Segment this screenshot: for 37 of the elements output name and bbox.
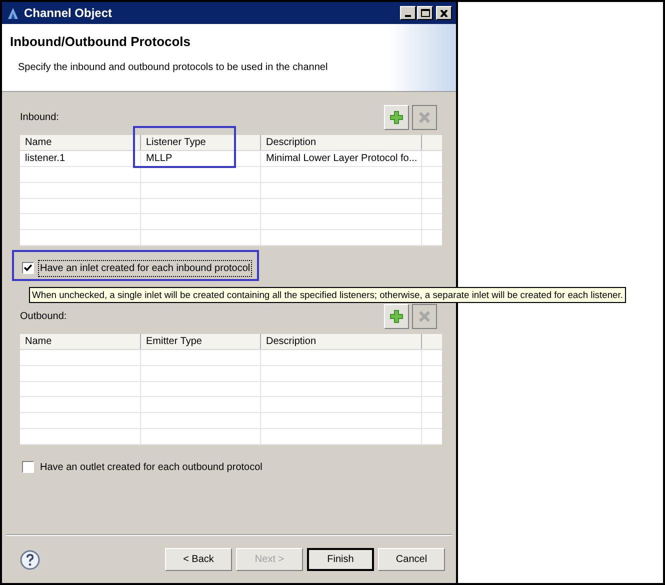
- section-label: Inbound:: [20, 111, 59, 125]
- checkbox-label[interactable]: Have an inlet created for each inbound protocol: [38, 260, 252, 276]
- dialog-button[interactable]: < Back: [165, 548, 232, 571]
- table-cell: Minimal Lower Layer Protocol fo...: [261, 151, 422, 166]
- dialog-button[interactable]: Cancel: [378, 548, 445, 571]
- checkbox-label[interactable]: Have an outlet created for each outbound protocol: [38, 458, 264, 476]
- tooltip: When unchecked, a single inlet will be created containing all the specified listeners; otherwise, a separate inlet will be created for each listener.: [29, 287, 626, 303]
- page-description: Specify the inbound and outbound protocols to be used in the channel: [17, 60, 329, 74]
- column-header[interactable]: Emitter Type: [141, 334, 261, 349]
- column-header[interactable]: Name: [20, 334, 141, 349]
- plus-icon: [390, 310, 403, 323]
- column-header[interactable]: Name: [20, 135, 141, 150]
- table-cell: MLLP: [141, 151, 261, 166]
- checkbox[interactable]: [22, 262, 34, 274]
- checkmark-icon: [24, 264, 32, 272]
- minimize-icon: [405, 15, 411, 17]
- page-title: Inbound/Outbound Protocols: [10, 33, 192, 51]
- maximize-button[interactable]: [417, 6, 433, 20]
- app-icon: [6, 6, 20, 20]
- column-header[interactable]: Description: [261, 334, 422, 349]
- table-cell: listener.1: [20, 151, 141, 166]
- minimize-button[interactable]: [400, 6, 416, 20]
- plus-icon: [390, 111, 403, 124]
- close-button[interactable]: [436, 6, 452, 20]
- column-header[interactable]: Listener Type: [141, 135, 261, 150]
- add-button[interactable]: [384, 304, 409, 329]
- dialog-button[interactable]: Finish: [307, 548, 374, 571]
- x-icon: [419, 112, 430, 123]
- add-button[interactable]: [384, 105, 409, 130]
- x-icon: [419, 311, 430, 322]
- help-icon[interactable]: [20, 550, 40, 570]
- maximize-icon: [420, 9, 430, 17]
- window-title: Channel Object: [24, 5, 112, 22]
- column-header[interactable]: Description: [261, 135, 422, 150]
- close-icon: [440, 10, 448, 16]
- checkbox[interactable]: [22, 461, 34, 473]
- section-label: Outbound:: [20, 310, 67, 324]
